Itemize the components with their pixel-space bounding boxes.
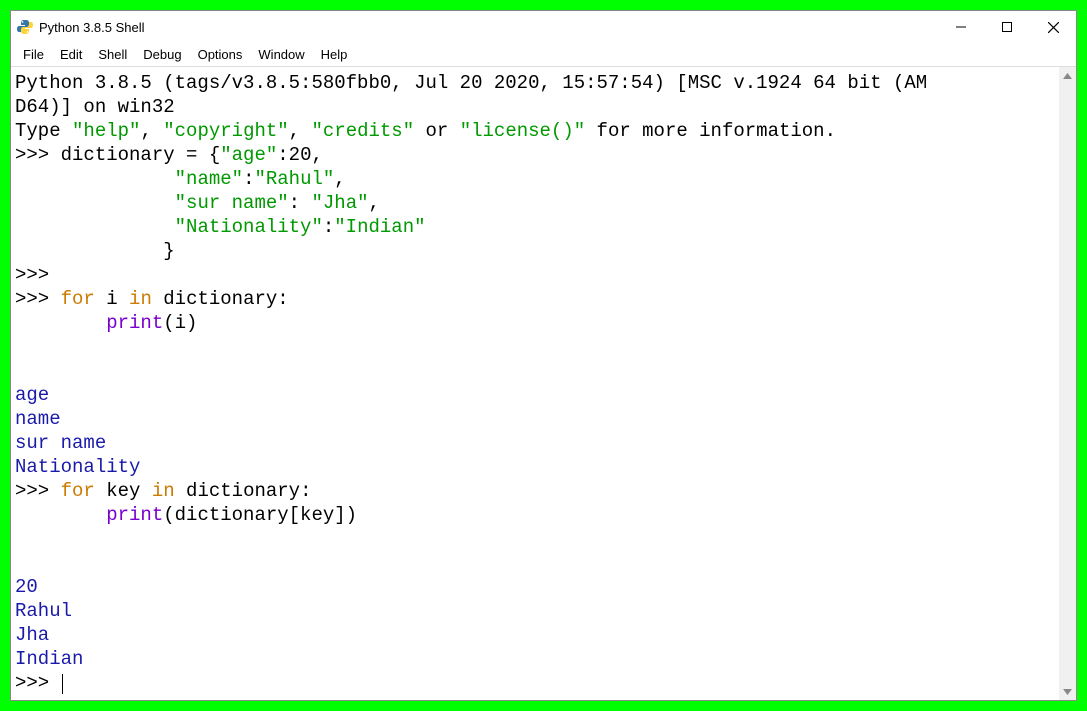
prompt: >>> — [15, 288, 61, 310]
prompt: >>> — [15, 480, 61, 502]
close-button[interactable] — [1030, 11, 1076, 43]
banner-line-2: D64)] on win32 — [15, 96, 175, 118]
maximize-button[interactable] — [984, 11, 1030, 43]
output-key-4: Nationality — [15, 456, 140, 478]
code-for-1-body: print(i) — [106, 312, 197, 334]
menu-file[interactable]: File — [15, 45, 52, 64]
window-title: Python 3.8.5 Shell — [39, 20, 145, 35]
code-dict-4: "Nationality":"Indian" — [175, 216, 426, 238]
scroll-down-arrow-icon[interactable] — [1059, 683, 1076, 700]
shell-text-area[interactable]: Python 3.8.5 (tags/v3.8.5:580fbb0, Jul 2… — [11, 67, 1059, 700]
maximize-icon — [1002, 22, 1012, 32]
code-for-2: for key in dictionary: — [61, 480, 312, 502]
text-cursor — [62, 674, 63, 694]
output-val-2: Rahul — [15, 600, 72, 622]
menu-help[interactable]: Help — [313, 45, 356, 64]
scroll-up-arrow-icon[interactable] — [1059, 67, 1076, 84]
output-key-2: name — [15, 408, 61, 430]
prompt: >>> — [15, 144, 61, 166]
vertical-scrollbar[interactable] — [1059, 67, 1076, 700]
menu-debug[interactable]: Debug — [135, 45, 189, 64]
output-val-3: Jha — [15, 624, 49, 646]
code-dict-3: "sur name": "Jha", — [175, 192, 380, 214]
menu-edit[interactable]: Edit — [52, 45, 90, 64]
minimize-button[interactable] — [938, 11, 984, 43]
code-for-1: for i in dictionary: — [61, 288, 289, 310]
menu-shell[interactable]: Shell — [90, 45, 135, 64]
python-idle-icon — [17, 19, 33, 35]
output-key-1: age — [15, 384, 49, 406]
menubar: File Edit Shell Debug Options Window Hel… — [11, 43, 1076, 67]
prompt: >>> — [15, 672, 61, 694]
content-wrap: Python 3.8.5 (tags/v3.8.5:580fbb0, Jul 2… — [11, 67, 1076, 700]
app-window: Python 3.8.5 Shell File Edit Shell Debug… — [10, 10, 1077, 701]
banner-line-3: Type "help", "copyright", "credits" or "… — [15, 120, 836, 142]
titlebar[interactable]: Python 3.8.5 Shell — [11, 11, 1076, 43]
minimize-icon — [956, 22, 966, 32]
output-val-1: 20 — [15, 576, 38, 598]
window-controls — [938, 11, 1076, 43]
output-key-3: sur name — [15, 432, 106, 454]
code-dict-1: dictionary = {"age":20, — [61, 144, 323, 166]
code-dict-close: } — [163, 240, 174, 262]
prompt: >>> — [15, 264, 61, 286]
banner-line-1: Python 3.8.5 (tags/v3.8.5:580fbb0, Jul 2… — [15, 72, 927, 94]
output-val-4: Indian — [15, 648, 83, 670]
close-icon — [1048, 22, 1059, 33]
menu-options[interactable]: Options — [190, 45, 251, 64]
code-dict-2: "name":"Rahul", — [175, 168, 346, 190]
code-for-2-body: print(dictionary[key]) — [106, 504, 357, 526]
menu-window[interactable]: Window — [250, 45, 312, 64]
